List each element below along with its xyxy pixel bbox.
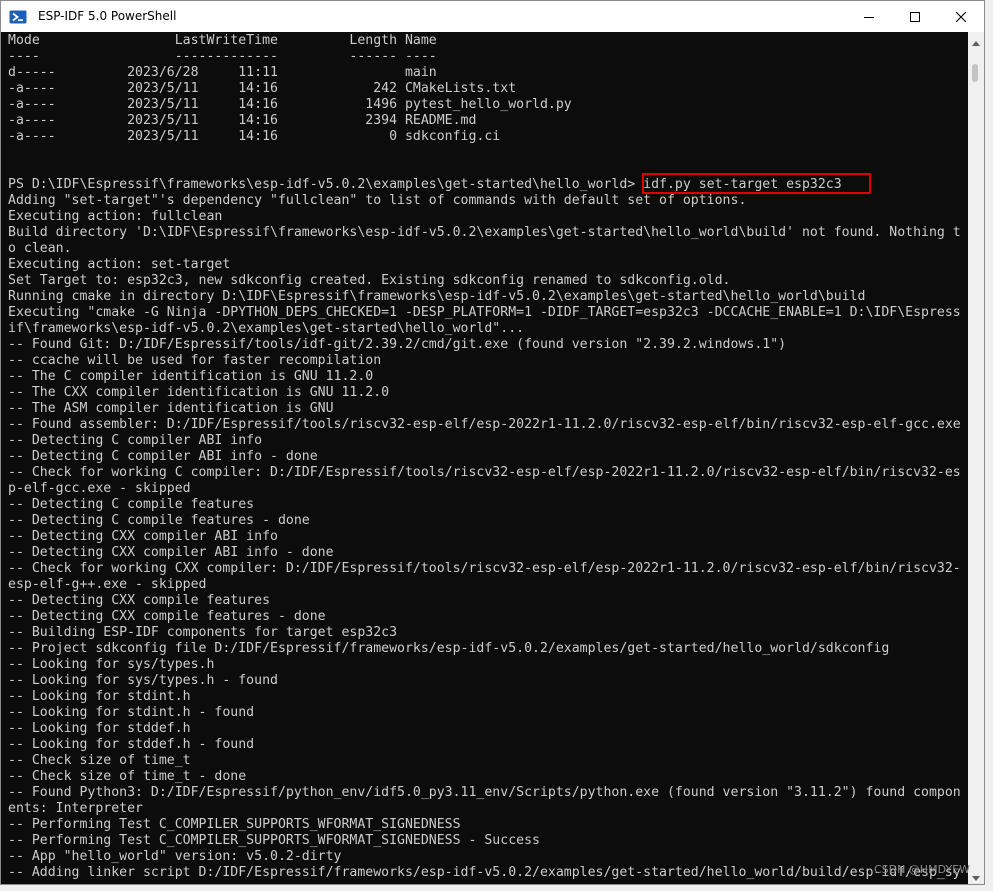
- terminal-line: -- Performing Test C_COMPILER_SUPPORTS_W…: [8, 817, 461, 832]
- terminal-lines: Mode LastWriteTime Length Name ---- -----…: [8, 33, 966, 881]
- terminal-line: -- Detecting CXX compiler ABI info: [8, 529, 278, 544]
- terminal-line: -- Check size of time_t - done: [8, 769, 247, 784]
- terminal-line: Executing action: fullclean: [8, 209, 223, 224]
- arrow-down-icon: [972, 866, 980, 884]
- scrollbar-thumb[interactable]: [972, 64, 978, 82]
- minimize-icon: [864, 12, 874, 22]
- terminal-line: -- Project sdkconfig file D:/IDF/Espress…: [8, 641, 890, 656]
- terminal-line: ---- ------------- ------ ----: [8, 49, 437, 64]
- terminal-line: if\frameworks\esp-idf-v5.0.2\examples\ge…: [8, 321, 525, 336]
- terminal-line: -- Looking for stddef.h: [8, 721, 191, 736]
- maximize-button[interactable]: [892, 1, 938, 32]
- terminal-line: -- Detecting C compiler ABI info: [8, 433, 263, 448]
- terminal-line: -- App "hello_world" version: v5.0.2-dir…: [8, 849, 342, 864]
- terminal-line: -- Detecting CXX compile features - done: [8, 609, 326, 624]
- terminal-line: -- Check for working CXX compiler: D:/ID…: [8, 561, 961, 576]
- highlighted-command-box: [642, 173, 871, 194]
- terminal-line: -- Detecting C compile features - done: [8, 513, 310, 528]
- terminal-line: -- Detecting C compile features: [8, 497, 255, 512]
- terminal-line: -a---- 2023/5/11 14:16 242 CMakeLists.tx…: [8, 81, 517, 96]
- terminal-line: o clean.: [8, 241, 72, 256]
- vertical-scrollbar[interactable]: [968, 32, 984, 884]
- terminal-line: -- Adding linker script D:/IDF/Espressif…: [8, 865, 961, 880]
- terminal-line: Running cmake in directory D:\IDF\Espres…: [8, 289, 866, 304]
- terminal-line: -- Looking for sys/types.h - found: [8, 673, 278, 688]
- terminal-line: -- Detecting C compiler ABI info - done: [8, 449, 318, 464]
- title-bar[interactable]: ESP-IDF 5.0 PowerShell: [1, 1, 984, 32]
- terminal-line: -a---- 2023/5/11 14:16 0 sdkconfig.ci: [8, 129, 501, 144]
- terminal-line: ents: Interpreter: [8, 801, 143, 816]
- minimize-button[interactable]: [846, 1, 892, 32]
- terminal-line: -- Looking for sys/types.h: [8, 657, 215, 672]
- powershell-window: ESP-IDF 5.0 PowerShell Mode LastWriteTim…: [0, 0, 985, 885]
- terminal-line: -- The CXX compiler identification is GN…: [8, 385, 390, 400]
- terminal-line: Executing action: set-target: [8, 257, 231, 272]
- terminal-line: d----- 2023/6/28 11:11 main: [8, 65, 437, 80]
- terminal-line: Build directory 'D:\IDF\Espressif\framew…: [8, 225, 961, 240]
- terminal-line: p-elf-gcc.exe - skipped: [8, 481, 191, 496]
- terminal-line: -- Check for working C compiler: D:/IDF/…: [8, 465, 961, 480]
- maximize-icon: [910, 11, 920, 22]
- terminal-line: Set Target to: esp32c3, new sdkconfig cr…: [8, 273, 731, 288]
- terminal-line: -- Building ESP-IDF components for targe…: [8, 625, 398, 640]
- terminal-line: -- ccache will be used for faster recomp…: [8, 353, 382, 368]
- terminal-line: Adding "set-target"'s dependency "fullcl…: [8, 193, 747, 208]
- terminal-line: -- Looking for stdint.h - found: [8, 705, 255, 720]
- terminal-line: -- Check size of time_t: [8, 753, 191, 768]
- terminal-line: -a---- 2023/5/11 14:16 1496 pytest_hello…: [8, 97, 572, 112]
- terminal-line: -- Looking for stdint.h: [8, 689, 191, 704]
- terminal-line: -- The C compiler identification is GNU …: [8, 369, 374, 384]
- window-title: ESP-IDF 5.0 PowerShell: [38, 9, 177, 23]
- watermark: CSDN @HMDYEW: [873, 863, 970, 876]
- terminal-line: -- Looking for stddef.h - found: [8, 737, 255, 752]
- terminal-line: -- Found assembler: D:/IDF/Espressif/too…: [8, 417, 961, 432]
- powershell-icon: [9, 9, 27, 24]
- terminal-line: -- Detecting CXX compiler ABI info - don…: [8, 545, 334, 560]
- terminal-line: esp-elf-g++.exe - skipped: [8, 577, 207, 592]
- close-button[interactable]: [938, 1, 984, 32]
- terminal-line: -- Performing Test C_COMPILER_SUPPORTS_W…: [8, 833, 540, 848]
- terminal-output[interactable]: Mode LastWriteTime Length Name ---- -----…: [1, 32, 968, 884]
- terminal-line: -- The ASM compiler identification is GN…: [8, 401, 334, 416]
- scroll-down-button[interactable]: [968, 867, 984, 884]
- arrow-up-icon: [972, 31, 980, 50]
- terminal-line: -a---- 2023/5/11 14:16 2394 README.md: [8, 113, 477, 128]
- terminal-line: -- Found Python3: D:/IDF/Espressif/pytho…: [8, 785, 961, 800]
- close-icon: [956, 11, 966, 22]
- terminal-line: -- Detecting CXX compile features: [8, 593, 271, 608]
- terminal-line: -- Found Git: D:/IDF/Espressif/tools/idf…: [8, 337, 787, 352]
- terminal-line: Mode LastWriteTime Length Name: [8, 33, 437, 48]
- scroll-up-button[interactable]: [968, 32, 984, 49]
- terminal-line: Executing "cmake -G Ninja -DPYTHON_DEPS_…: [8, 305, 961, 320]
